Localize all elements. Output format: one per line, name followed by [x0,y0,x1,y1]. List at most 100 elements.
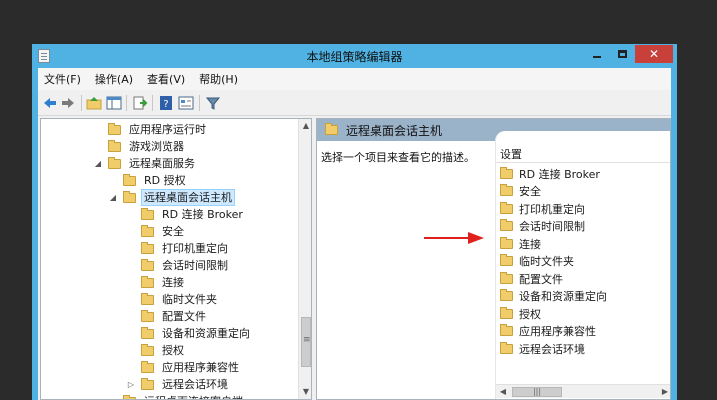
tree-item-label: 远程桌面服务 [129,157,195,170]
folder-icon [123,190,136,203]
list-item[interactable]: 远程会话环境 [500,340,585,357]
list-horizontal-scrollbar[interactable]: ◀ ||| ▶ [496,384,670,399]
tree-item-label: 设备和资源重定向 [162,327,250,340]
list-item-label: 应用程序兼容性 [519,325,596,338]
list-item[interactable]: 设备和资源重定向 [500,288,607,305]
minimize-button[interactable] [585,45,609,63]
scroll-up-icon[interactable]: ▲ [299,119,311,133]
list-item[interactable]: 安全 [500,183,541,200]
tree-item[interactable]: 安全 [141,223,186,240]
tree-item-label: 打印机重定向 [162,242,228,255]
client-area: 文件(F) 操作(A) 查看(V) 帮助(H) ? 应用程序运行时 游戏浏览器 … [38,68,671,400]
tree-item[interactable]: 设备和资源重定向 [141,325,252,342]
scroll-thumb[interactable]: ||| [512,387,562,397]
expanded-arrow-icon[interactable]: ◢ [93,159,103,168]
tree-item-label: RD 授权 [144,174,186,187]
toolbar-separator [81,95,82,111]
tree-item-label: 临时文件夹 [162,293,217,306]
tree-item[interactable]: ◢ 远程桌面会话主机 [110,189,235,206]
tree-item-label: 游戏浏览器 [129,140,184,153]
list-item[interactable]: 会话时间限制 [500,218,585,235]
tree-item-label: 远程桌面会话主机 [141,189,235,206]
folder-icon [500,184,513,196]
tree-item[interactable]: ▷ 远程会话环境 [128,376,230,393]
list-item-label: 连接 [519,237,541,251]
maximize-button[interactable] [610,45,634,63]
list-item[interactable]: RD 连接 Broker [500,165,600,182]
tree-item-label: RD 连接 Broker [162,208,243,221]
back-arrow-icon[interactable] [42,95,58,111]
list-item[interactable]: 应用程序兼容性 [500,323,596,340]
tree-item[interactable]: 授权 [141,342,186,359]
show-hide-tree-icon[interactable] [106,95,122,111]
menu-file[interactable]: 文件(F) [44,71,81,87]
tree-item[interactable]: 连接 [141,274,186,291]
menu-bar: 文件(F) 操作(A) 查看(V) 帮助(H) [38,68,671,90]
scroll-left-icon[interactable]: ◀ [496,385,510,399]
tree-item-label: 应用程序兼容性 [162,361,239,374]
menu-view[interactable]: 查看(V) [147,71,185,87]
close-button[interactable]: ✕ [635,45,673,63]
list-item-label: 配置文件 [519,272,563,286]
tree-item[interactable]: 应用程序兼容性 [141,359,241,376]
tree-item[interactable]: ▷远程桌面连接客户端 [110,393,245,399]
list-item-label: 设备和资源重定向 [519,290,607,303]
tree-item[interactable]: 临时文件夹 [141,291,219,308]
tree-item-label: 远程桌面连接客户端 [142,394,245,399]
toolbar-separator [199,95,200,111]
tree-pane[interactable]: 应用程序运行时 游戏浏览器 ◢ 远程桌面服务 RD 授权 ◢ 远程桌面会话主机 RD 连接 B… [40,118,312,400]
tree-item[interactable]: ◢ 远程桌面服务 [95,155,197,172]
details-pane: 远程桌面会话主机 选择一个项目来查看它的描述。 设置 RD 连接 Broker 安… [316,118,671,400]
folder-icon [141,241,154,254]
list-item[interactable]: 配置文件 [500,270,563,287]
column-header-settings[interactable]: 设置 [496,145,670,163]
folder-icon [141,292,154,305]
folder-icon [500,306,513,319]
close-icon: ✕ [648,47,660,61]
tree-item-label: 连接 [162,276,184,289]
folder-icon [325,123,338,135]
tree-item[interactable]: 游戏浏览器 [108,138,186,155]
list-item[interactable]: 授权 [500,305,541,322]
list-item-label: RD 连接 Broker [519,167,600,181]
toolbar-separator [152,95,153,111]
properties-icon[interactable] [178,95,194,111]
export-list-icon[interactable] [132,95,148,111]
list-item-label: 会话时间限制 [519,220,585,233]
tree-item[interactable]: 会话时间限制 [141,257,230,274]
toolbar-separator [126,95,127,111]
forward-arrow-icon[interactable] [60,95,76,111]
folder-icon [141,360,154,373]
tree-item[interactable]: 配置文件 [141,308,208,325]
title-bar[interactable]: 本地组策略编辑器 ✕ [32,44,677,68]
list-item[interactable]: 连接 [500,235,541,252]
tree-item[interactable]: 打印机重定向 [141,240,230,257]
tree-item-label: 安全 [162,225,184,238]
expanded-arrow-icon[interactable]: ◢ [108,193,118,202]
tree-item[interactable]: RD 连接 Broker [141,206,245,223]
scroll-right-icon[interactable]: ▶ [658,385,670,399]
menu-action[interactable]: 操作(A) [95,71,133,87]
scroll-thumb[interactable] [301,317,311,367]
collapsed-arrow-icon[interactable]: ▷ [126,380,136,389]
folder-icon [141,224,154,237]
description-text: 选择一个项目来查看它的描述。 [321,151,475,164]
help-icon[interactable]: ? [158,95,174,111]
scroll-down-icon[interactable]: ▼ [299,385,311,399]
list-item[interactable]: 打印机重定向 [500,200,585,217]
menu-help[interactable]: 帮助(H) [199,71,238,87]
tree-item[interactable]: RD 授权 [123,172,188,189]
tree-vertical-scrollbar[interactable]: ▲ ▼ [298,119,311,399]
filter-icon[interactable] [205,95,221,111]
list-item[interactable]: 临时文件夹 [500,253,574,270]
list-item-label: 临时文件夹 [519,255,574,268]
folder-icon [123,394,136,399]
up-folder-icon[interactable] [86,95,102,111]
tree-item-label: 应用程序运行时 [129,123,206,136]
red-arrow-annotation [424,232,484,244]
folder-icon [141,377,154,390]
folder-icon [141,326,154,339]
folder-icon [141,309,154,322]
tree-item[interactable]: 应用程序运行时 [108,121,208,138]
folder-icon [108,139,121,152]
